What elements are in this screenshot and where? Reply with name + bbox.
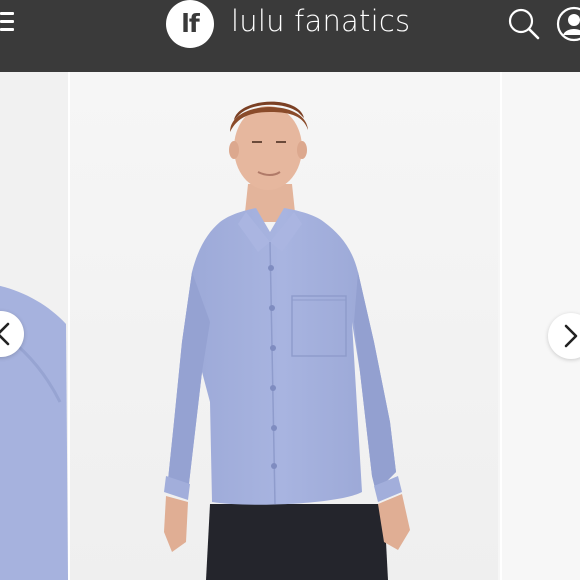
- search-icon: [508, 8, 540, 40]
- menu-button[interactable]: [0, 12, 16, 36]
- profile-icon: [556, 6, 580, 42]
- chevron-left-icon: [0, 322, 10, 346]
- next-image-button[interactable]: [548, 313, 580, 359]
- profile-button[interactable]: [556, 6, 580, 42]
- previous-image-button[interactable]: [0, 311, 24, 357]
- product-photo: [70, 72, 498, 580]
- brand-logo[interactable]: lf: [166, 0, 214, 48]
- main-product-image[interactable]: [70, 72, 498, 580]
- chevron-right-icon: [564, 324, 578, 348]
- top-header: lf lulu fanatics: [0, 0, 580, 72]
- search-button[interactable]: [506, 6, 542, 42]
- menu-icon: [0, 12, 14, 15]
- product-image-carousel[interactable]: [0, 72, 580, 580]
- brand-name[interactable]: lulu fanatics: [231, 4, 410, 38]
